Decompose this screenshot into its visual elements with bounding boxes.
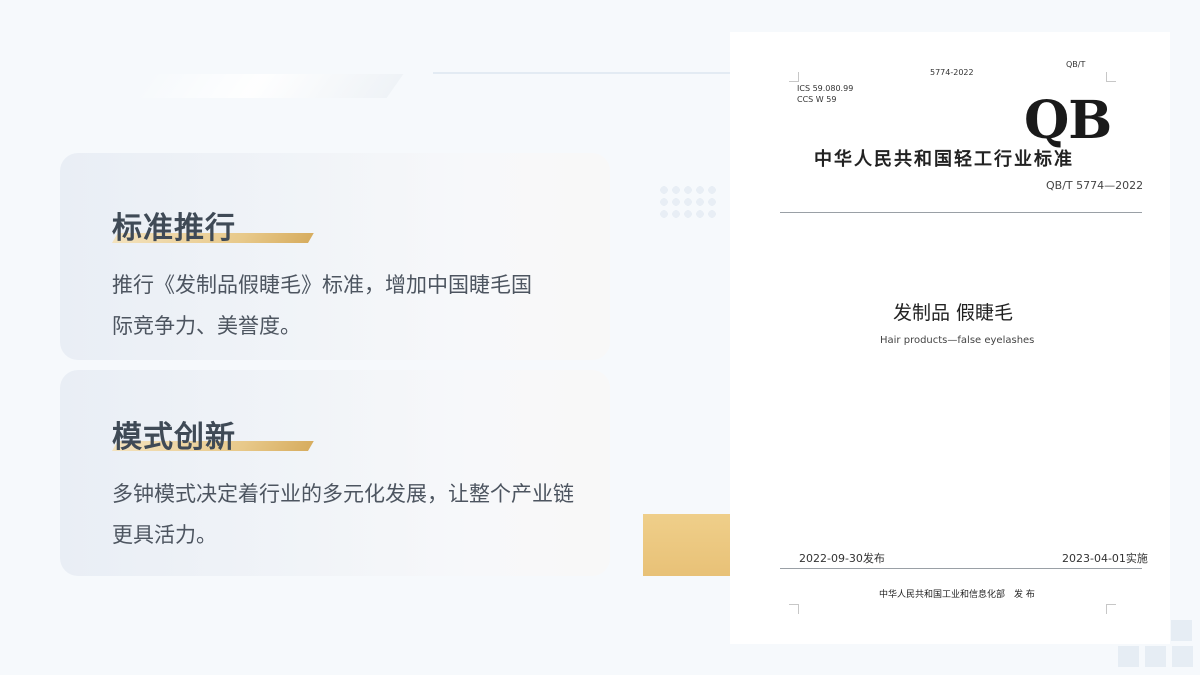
card-body: 推行《发制品假睫毛》标准，增加中国睫毛国 际竞争力、美誉度。: [112, 265, 612, 347]
card-standard-promotion: 标准推行 推行《发制品假睫毛》标准，增加中国睫毛国 际竞争力、美誉度。: [60, 153, 610, 360]
divider: [780, 212, 1142, 213]
decorative-gold-block: [643, 514, 735, 576]
card-title: 模式创新: [112, 420, 236, 455]
card-title: 标准推行: [112, 211, 236, 246]
card-body-line: 推行《发制品假睫毛》标准，增加中国睫毛国: [112, 273, 532, 297]
qb-logo: QB: [1024, 90, 1112, 151]
card-body-line: 更具活力。: [112, 523, 217, 547]
standard-document-cover: 5774-2022 QB/T ICS 59.080.99 CCS W 59 QB…: [730, 32, 1170, 644]
divider: [780, 568, 1142, 569]
decorative-square: [1118, 646, 1139, 667]
crop-mark: [1106, 604, 1116, 614]
decorative-square: [1171, 620, 1192, 641]
crop-mark: [789, 72, 799, 82]
document-title-en: Hair products—false eyelashes: [880, 335, 1035, 346]
decorative-top-line: [433, 72, 733, 74]
card-model-innovation: 模式创新 多钟模式决定着行业的多元化发展，让整个产业链 更具活力。: [60, 370, 610, 576]
decorative-square: [1172, 646, 1193, 667]
decorative-streak: [131, 74, 404, 98]
decorative-square: [1145, 646, 1166, 667]
card-body: 多钟模式决定着行业的多元化发展，让整个产业链 更具活力。: [112, 474, 612, 556]
crop-mark: [789, 604, 799, 614]
document-number: 5774-2022: [930, 68, 974, 77]
card-body-line: 多钟模式决定着行业的多元化发展，让整个产业链: [112, 482, 574, 506]
issue-date: 2022-09-30发布: [799, 552, 885, 565]
crop-mark: [1106, 72, 1116, 82]
ics-code: ICS 59.080.99: [797, 84, 854, 93]
decorative-dot-grid: [658, 184, 720, 222]
standard-code: QB/T 5774—2022: [1046, 179, 1144, 192]
document-title-cn: 发制品 假睫毛: [893, 302, 1014, 324]
corner-code: QB/T: [1066, 60, 1086, 69]
publisher: 中华人民共和国工业和信息化部 发 布: [879, 590, 1035, 600]
card-body-line: 际竞争力、美誉度。: [112, 314, 301, 338]
standard-organization: 中华人民共和国轻工行业标准: [814, 149, 1074, 170]
ccs-code: CCS W 59: [797, 95, 837, 104]
implementation-date: 2023-04-01实施: [1062, 552, 1148, 565]
